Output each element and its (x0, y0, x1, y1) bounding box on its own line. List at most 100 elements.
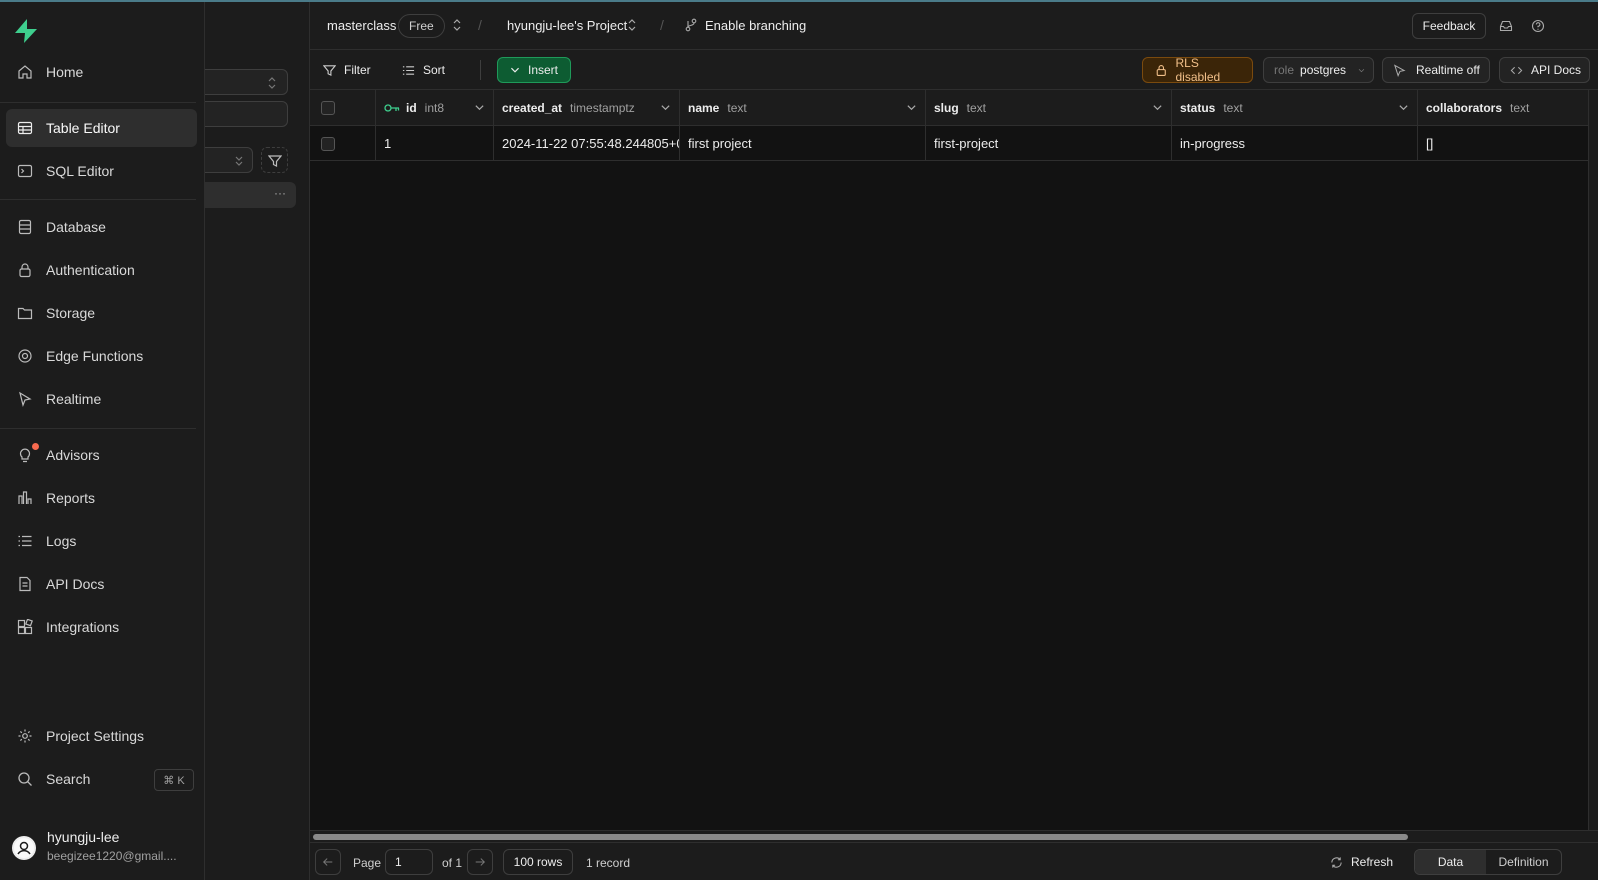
table-list-panel: ··· (195, 2, 310, 880)
column-header-collaborators[interactable]: collaborators text (1418, 90, 1588, 126)
filter-icon (323, 64, 336, 76)
horizontal-scrollbar[interactable] (310, 830, 1598, 842)
search-icon (18, 772, 32, 786)
chevron-down-icon (1358, 68, 1365, 72)
cell-status[interactable]: in-progress (1172, 126, 1418, 161)
chevron-down-icon[interactable] (474, 102, 485, 113)
scrollbar-thumb[interactable] (313, 834, 1408, 840)
sidebar-item-label: Integrations (46, 619, 120, 635)
realtime-icon (19, 391, 32, 407)
sidebar-item-api-docs[interactable]: API Docs (6, 565, 197, 603)
divider (0, 199, 196, 200)
inbox-icon[interactable] (1499, 19, 1513, 33)
more-icon[interactable]: ··· (274, 186, 286, 200)
help-icon[interactable] (1531, 19, 1545, 33)
cell-collaborators[interactable]: [] (1418, 126, 1588, 161)
chevron-down-icon[interactable] (660, 102, 671, 113)
divider (0, 102, 196, 103)
column-header-status[interactable]: status text (1172, 90, 1418, 126)
sidebar-item-label: Reports (46, 490, 96, 506)
branch-icon (685, 18, 697, 32)
table-list-item-selected[interactable]: ··· (195, 182, 296, 208)
table-toolbar: Filter Sort Insert RLS disabled role pos… (310, 50, 1598, 90)
notification-dot (32, 443, 39, 450)
chevron-down-icon[interactable] (1398, 102, 1409, 113)
sidebar-item-label: Storage (46, 305, 96, 321)
folder-icon (17, 307, 33, 320)
rows-per-page-button[interactable]: 100 rows (503, 849, 573, 875)
rls-label: RLS disabled (1175, 56, 1221, 84)
column-header-slug[interactable]: slug text (926, 90, 1172, 126)
sort-button[interactable]: Sort (394, 57, 453, 83)
cell-created-at[interactable]: 2024-11-22 07:55:48.244805+00 (494, 126, 680, 161)
sidebar-item-project-settings[interactable]: Project Settings (6, 717, 197, 755)
column-type: text (966, 101, 987, 115)
page-number-input[interactable]: 1 (385, 849, 433, 875)
chevron-down-icon[interactable] (906, 102, 917, 113)
previous-page-button[interactable] (315, 849, 341, 875)
sidebar-item-authentication[interactable]: Authentication (6, 251, 197, 289)
user-name: hyungju-lee (47, 829, 120, 845)
sidebar-item-realtime[interactable]: Realtime (6, 380, 197, 418)
grid-header-row: id int8 created_at timestamptz name text… (310, 90, 1588, 126)
cell-slug[interactable]: first-project (926, 126, 1172, 161)
home-icon (18, 65, 32, 79)
sidebar-item-storage[interactable]: Storage (6, 294, 197, 332)
realtime-toggle-button[interactable]: Realtime off (1382, 57, 1490, 83)
refresh-button[interactable]: Refresh (1330, 849, 1393, 875)
sidebar-item-advisors[interactable]: Advisors (6, 436, 197, 474)
sidebar-item-label: Logs (46, 533, 77, 549)
column-name: collaborators (1426, 101, 1503, 115)
column-header-created-at[interactable]: created_at timestamptz (494, 90, 680, 126)
filter-tables-button[interactable] (261, 147, 288, 173)
project-name[interactable]: hyungju-lee's Project (507, 18, 627, 33)
next-page-button[interactable] (467, 849, 493, 875)
sidebar-item-database[interactable]: Database (6, 208, 197, 246)
role-value: postgres (1300, 63, 1347, 77)
column-header-id[interactable]: id int8 (376, 90, 494, 126)
sidebar-item-reports[interactable]: Reports (6, 479, 197, 517)
sidebar-item-label: Realtime (46, 391, 102, 407)
sidebar-item-logs[interactable]: Logs (6, 522, 197, 560)
sidebar-item-label: Home (46, 64, 84, 80)
user-menu[interactable]: hyungju-lee beegizee1220@gmail.... (6, 822, 197, 872)
select-all-checkbox[interactable] (321, 101, 335, 115)
row-checkbox[interactable] (321, 136, 335, 151)
vertical-scrollbar[interactable] (1588, 90, 1598, 830)
sidebar-item-home[interactable]: Home (6, 53, 197, 91)
insert-button[interactable]: Insert (497, 57, 571, 83)
terminal-icon (17, 164, 33, 178)
api-docs-button[interactable]: API Docs (1499, 57, 1590, 83)
schema-select[interactable] (195, 69, 288, 95)
tab-data[interactable]: Data (1415, 850, 1487, 874)
sidebar-item-label: Advisors (46, 447, 100, 463)
filter-button[interactable]: Filter (315, 57, 379, 83)
supabase-logo-icon[interactable] (13, 18, 39, 44)
table-row[interactable]: 1 2024-11-22 07:55:48.244805+00 first pr… (310, 126, 1588, 161)
cell-id[interactable]: 1 (376, 126, 494, 161)
sidebar-item-table-editor[interactable]: Table Editor (6, 109, 197, 147)
tab-definition[interactable]: Definition (1486, 850, 1561, 874)
column-name: name (688, 101, 720, 115)
sidebar-item-edge-functions[interactable]: Edge Functions (6, 337, 197, 375)
chevron-down-icon[interactable] (1152, 102, 1163, 113)
updown-icon[interactable] (452, 18, 462, 32)
enable-branching-link[interactable]: Enable branching (705, 18, 806, 33)
feedback-button[interactable]: Feedback (1412, 13, 1486, 39)
sidebar-item-sql-editor[interactable]: SQL Editor (6, 152, 197, 190)
new-table-button[interactable] (195, 101, 288, 127)
arrow-left-icon (322, 858, 333, 866)
org-name[interactable]: masterclass (327, 18, 396, 33)
sidebar-item-search[interactable]: Search ⌘ K (6, 760, 197, 798)
sort-label: Sort (423, 63, 446, 77)
rls-disabled-button[interactable]: RLS disabled (1142, 56, 1253, 84)
insert-label: Insert (528, 63, 559, 77)
updown-icon[interactable] (627, 18, 637, 32)
sidebar-item-integrations[interactable]: Integrations (6, 608, 197, 646)
role-select[interactable]: role postgres (1263, 57, 1374, 83)
sidebar-item-label: API Docs (46, 576, 105, 592)
divider (0, 428, 196, 429)
column-header-name[interactable]: name text (680, 90, 926, 126)
sidebar-item-label: Database (46, 219, 106, 235)
cell-name[interactable]: first project (680, 126, 926, 161)
